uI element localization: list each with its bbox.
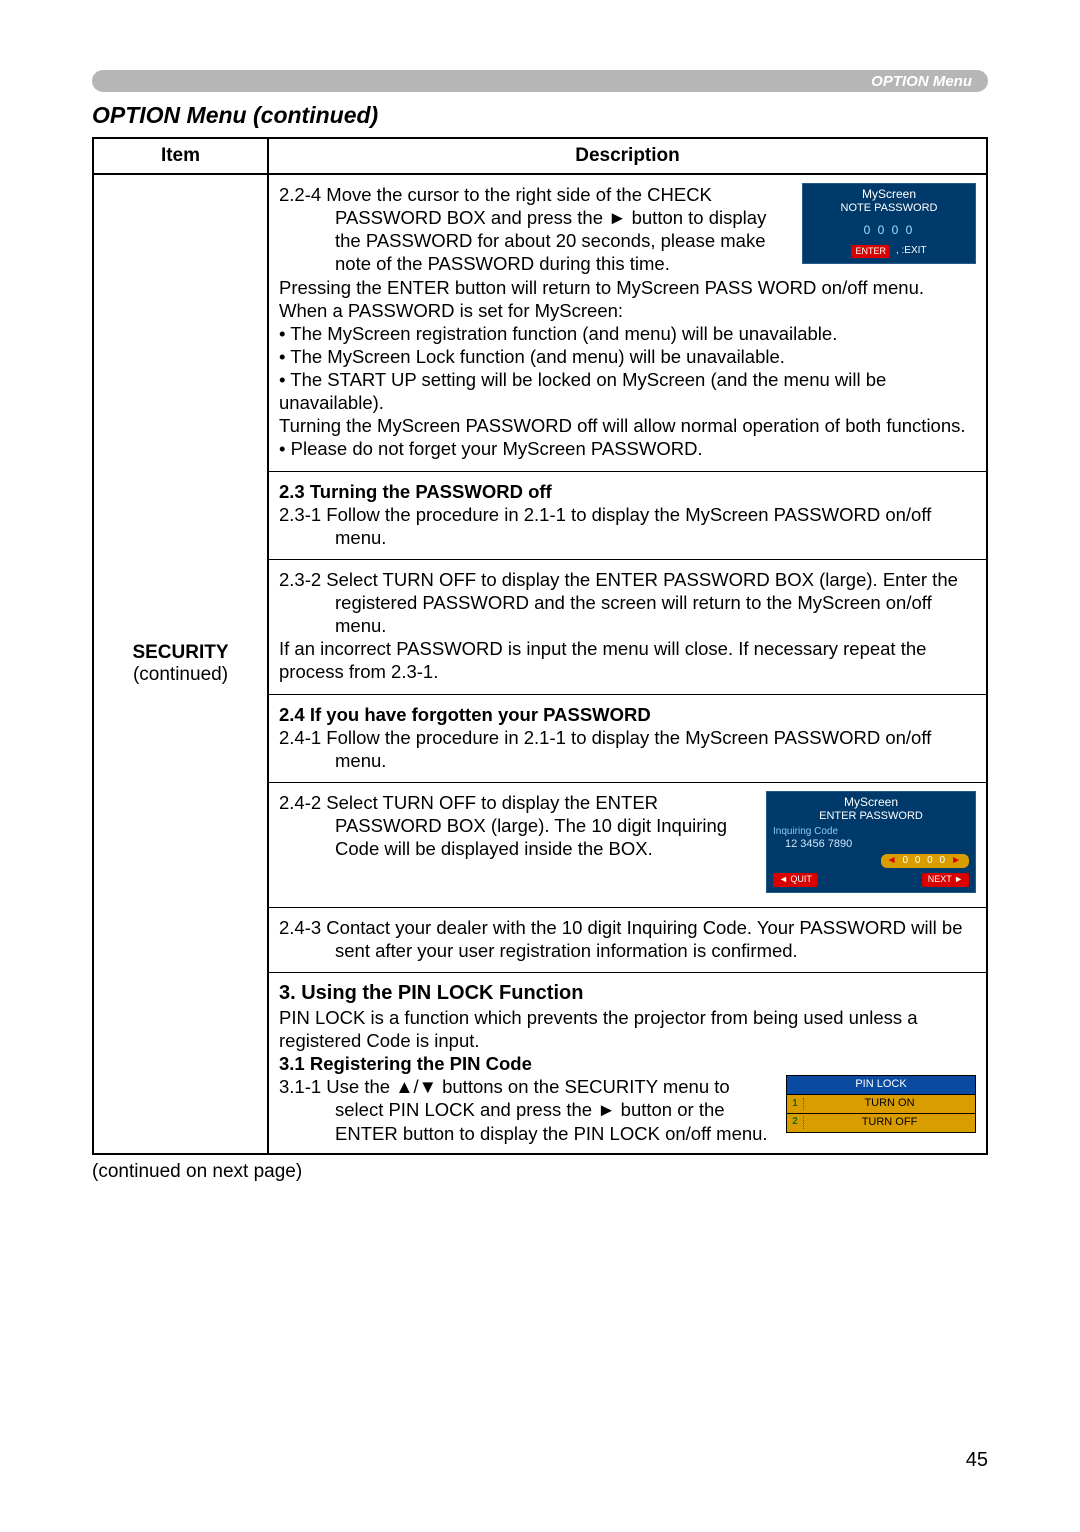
heading-2-3: 2.3 Turning the PASSWORD off (279, 480, 976, 503)
osd1-digits: 0 0 0 0 (803, 219, 975, 242)
text-2-3-2a: 2.3-2 Select TURN OFF to display the ENT… (279, 568, 976, 637)
section-2-3: 2.3 Turning the PASSWORD off 2.3-1 Follo… (269, 471, 986, 549)
item-title: SECURITY (102, 642, 259, 664)
header-tab-label: OPTION Menu (871, 73, 972, 90)
osd1-title2: NOTE PASSWORD (803, 202, 975, 219)
description-cell: MyScreen NOTE PASSWORD 0 0 0 0 ENTER , :… (268, 174, 987, 1154)
section-2-4-2: MyScreen ENTER PASSWORD Inquiring Code 1… (269, 782, 986, 897)
osd1-title1: MyScreen (803, 184, 975, 202)
osd2-title2: ENTER PASSWORD (767, 810, 975, 826)
text-when-set: When a PASSWORD is set for MyScreen: (279, 299, 976, 322)
osd3-title: PIN LOCK (786, 1075, 976, 1095)
osd3-option-on: 1TURN ON (786, 1095, 976, 1114)
bullet-startup-locked: • The START UP setting will be locked on… (279, 368, 976, 414)
text-2-3-1: 2.3-1 Follow the procedure in 2.1-1 to d… (279, 503, 976, 549)
osd2-digits-pill: ◄0 0 0 0► (881, 854, 969, 869)
heading-3: 3. Using the PIN LOCK Function (279, 981, 976, 1006)
col-header-desc: Description (268, 138, 987, 174)
text-2-4-1: 2.4-1 Follow the procedure in 2.1-1 to d… (279, 726, 976, 772)
osd3-option-off: 2TURN OFF (786, 1114, 976, 1133)
item-cell-security: SECURITY (continued) (93, 174, 268, 1154)
section-2-2-4: MyScreen NOTE PASSWORD 0 0 0 0 ENTER , :… (269, 183, 986, 461)
section-3: 3. Using the PIN LOCK Function PIN LOCK … (269, 972, 986, 1145)
osd2-inquiring-code: 12 3456 7890 (767, 838, 975, 852)
continued-note: (continued on next page) (92, 1161, 988, 1183)
bullet-dont-forget: • Please do not forget your MyScreen PAS… (279, 437, 976, 460)
section-2-3-2: 2.3-2 Select TURN OFF to display the ENT… (269, 559, 986, 684)
page-number: 45 (966, 1449, 988, 1472)
section-2-4: 2.4 If you have forgotten your PASSWORD … (269, 694, 986, 772)
bullet-lock-unavail: • The MyScreen Lock function (and menu) … (279, 345, 976, 368)
text-3-intro: PIN LOCK is a function which prevents th… (279, 1006, 976, 1052)
page-title: OPTION Menu (continued) (92, 102, 988, 129)
osd2-next-button: NEXT ► (922, 873, 969, 886)
heading-2-4: 2.4 If you have forgotten your PASSWORD (279, 703, 976, 726)
bullet-reg-unavail: • The MyScreen registration function (an… (279, 322, 976, 345)
osd-enter-password: MyScreen ENTER PASSWORD Inquiring Code 1… (766, 791, 976, 893)
text-2-4-3: 2.4-3 Contact your dealer with the 10 di… (279, 916, 976, 962)
col-header-item: Item (93, 138, 268, 174)
item-subtitle: (continued) (133, 664, 228, 685)
osd-pin-lock: PIN LOCK 1TURN ON 2TURN OFF (786, 1075, 976, 1132)
manual-page: OPTION Menu OPTION Menu (continued) Item… (0, 0, 1080, 1532)
text-turnoff-allow: Turning the MyScreen PASSWORD off will a… (279, 414, 976, 437)
osd1-exit-label: , :EXIT (896, 245, 927, 258)
text-2-3-2b: If an incorrect PASSWORD is input the me… (279, 637, 976, 683)
section-2-4-3: 2.4-3 Contact your dealer with the 10 di… (269, 907, 986, 962)
osd2-title1: MyScreen (767, 792, 975, 810)
osd-note-password: MyScreen NOTE PASSWORD 0 0 0 0 ENTER , :… (802, 183, 976, 264)
text-enter-return: Pressing the ENTER button will return to… (279, 276, 976, 299)
heading-3-1: 3.1 Registering the PIN Code (279, 1052, 976, 1075)
header-bar: OPTION Menu (92, 70, 988, 92)
osd2-inquiring-label: Inquiring Code (767, 826, 975, 839)
osd2-quit-button: ◄ QUIT (773, 873, 818, 886)
content-table: Item Description SECURITY (continued) My… (92, 137, 988, 1155)
osd1-enter-pill: ENTER (851, 245, 890, 258)
